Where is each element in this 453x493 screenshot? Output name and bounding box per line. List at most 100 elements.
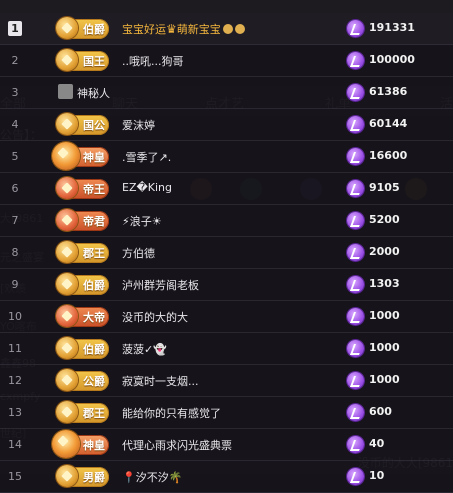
user-name[interactable]: ..哦吼...狗哥 <box>122 53 183 69</box>
rank-gem-icon <box>56 177 78 199</box>
user-name[interactable]: 泸州群芳阁老板 <box>122 277 199 293</box>
rank-badge: 伯爵 <box>56 273 109 295</box>
purple-lightning-coin-icon <box>347 116 364 133</box>
rank-badge: 大帝 <box>56 305 109 327</box>
rank-badge: 公爵 <box>56 369 109 391</box>
rank-number: 2 <box>11 54 19 67</box>
rank-number: 5 <box>11 150 19 163</box>
user-name[interactable]: 菠菠✓👻 <box>122 341 167 357</box>
rank-number: 14 <box>8 438 22 451</box>
user-name-text: 寂寞时一支烟... <box>122 375 199 388</box>
rank-badge-label: 郡王 <box>83 407 105 420</box>
contribution-score: 9105 <box>369 181 400 194</box>
user-name[interactable]: 代理心雨求闪光盛典票 <box>122 437 232 453</box>
rank-number: 10 <box>8 310 22 323</box>
user-name[interactable]: EZ�King <box>122 181 172 194</box>
rank-badge-label: 帝王 <box>83 183 105 196</box>
rank-badge-label: 帝君 <box>83 215 105 228</box>
user-name[interactable]: 神秘人 <box>77 85 110 101</box>
user-name-text: 菠菠✓👻 <box>122 343 167 356</box>
rank-badge: 神皇 <box>52 430 109 458</box>
rank-row[interactable]: 12 公爵 寂寞时一支烟... 1000 <box>0 365 453 397</box>
purple-lightning-coin-icon <box>347 244 364 261</box>
rank-gem-icon <box>52 430 80 458</box>
rank-row[interactable]: 10 大帝 没币的大的大 1000 <box>0 301 453 333</box>
rank-badge-label: 伯爵 <box>83 279 105 292</box>
user-name-text: 神秘人 <box>77 87 110 100</box>
rank-row[interactable]: 4 国公 爱沫婷 60144 <box>0 109 453 141</box>
user-name-text: 方伯德 <box>122 247 155 260</box>
user-name-text: 爱沫婷 <box>122 119 155 132</box>
purple-lightning-coin-icon <box>347 180 364 197</box>
rank-row[interactable]: 13 郡王 能给你的只有感觉了 600 <box>0 397 453 429</box>
purple-lightning-coin-icon <box>347 436 364 453</box>
rank-number: 15 <box>8 470 22 483</box>
rank-gem-icon <box>52 142 80 170</box>
purple-lightning-coin-icon <box>347 52 364 69</box>
mystery-avatar-icon <box>58 84 73 99</box>
contribution-score: 1303 <box>369 277 400 290</box>
rank-badge-label: 男爵 <box>83 471 105 484</box>
contribution-score: 191331 <box>369 21 415 34</box>
user-name-text: 能给你的只有感觉了 <box>122 407 221 420</box>
user-name[interactable]: 没币的大的大 <box>122 309 188 325</box>
rank-number: 12 <box>8 374 22 387</box>
emoji-face-icon <box>234 24 245 34</box>
user-name-text: EZ�King <box>122 181 172 194</box>
rank-gem-icon <box>56 17 78 39</box>
rank-row[interactable]: 14 神皇 代理心雨求闪光盛典票 40 <box>0 429 453 461</box>
rank-number: 3 <box>11 86 19 99</box>
rank-row[interactable]: 1 伯爵 宝宝好运♛萌新宝宝 191331 <box>0 13 453 45</box>
rank-badge: 神皇 <box>52 142 109 170</box>
rank-gem-icon <box>56 465 78 487</box>
purple-lightning-coin-icon <box>347 212 364 229</box>
rank-badge: 国王 <box>56 49 109 71</box>
rank-row[interactable]: 7 帝君 ⚡浪子☀ 5200 <box>0 205 453 237</box>
user-name[interactable]: 宝宝好运♛萌新宝宝 <box>122 21 245 37</box>
emoji-face-icon <box>222 24 233 34</box>
rank-badge-label: 国公 <box>83 119 105 132</box>
user-name[interactable]: 📍汐不汐🌴 <box>122 469 182 485</box>
user-name-suffix: 萌新宝宝 <box>176 23 221 36</box>
contribution-score: 100000 <box>369 53 415 66</box>
rank-row[interactable]: 11 伯爵 菠菠✓👻 1000 <box>0 333 453 365</box>
user-name[interactable]: 寂寞时一支烟... <box>122 373 199 389</box>
rank-number: 1 <box>8 21 22 36</box>
contribution-score: 1000 <box>369 309 400 322</box>
rank-badge-label: 伯爵 <box>83 343 105 356</box>
rank-row[interactable]: 3 神秘人 61386 <box>0 77 453 109</box>
rank-gem-icon <box>56 369 78 391</box>
rank-badge-label: 神皇 <box>83 151 105 164</box>
rank-row[interactable]: 2 国王 ..哦吼...狗哥 100000 <box>0 45 453 77</box>
user-name[interactable]: 能给你的只有感觉了 <box>122 405 221 421</box>
user-name-text: 没币的大的大 <box>122 311 188 324</box>
rank-row[interactable]: 6 帝王 EZ�King 9105 <box>0 173 453 205</box>
rank-number: 9 <box>11 278 19 291</box>
contribution-score: 40 <box>369 437 385 450</box>
rank-row[interactable]: 5 神皇 .雪季了↗. 16600 <box>0 141 453 173</box>
rank-row[interactable]: 9 伯爵 泸州群芳阁老板 1303 <box>0 269 453 301</box>
user-name[interactable]: 爱沫婷 <box>122 117 155 133</box>
user-name[interactable]: .雪季了↗. <box>122 149 171 165</box>
purple-lightning-coin-icon <box>347 404 364 421</box>
user-name-text: ..哦吼...狗哥 <box>122 55 184 68</box>
rank-number: 4 <box>11 118 19 131</box>
rank-gem-icon <box>56 113 78 135</box>
rank-gem-icon <box>56 401 78 423</box>
rank-badge-label: 郡王 <box>83 247 105 260</box>
rank-row[interactable]: 15 男爵 📍汐不汐🌴 10 <box>0 461 453 493</box>
rank-badge: 帝君 <box>56 209 109 231</box>
rank-gem-icon <box>56 49 78 71</box>
user-name[interactable]: 方伯德 <box>122 245 155 261</box>
user-name[interactable]: ⚡浪子☀ <box>122 213 162 229</box>
rank-gem-icon <box>56 241 78 263</box>
rank-row[interactable]: 8 郡王 方伯德 2000 <box>0 237 453 269</box>
rank-badge-label: 国王 <box>83 55 105 68</box>
rank-gem-icon <box>56 273 78 295</box>
purple-lightning-coin-icon <box>347 148 364 165</box>
rank-gem-icon <box>56 337 78 359</box>
purple-lightning-coin-icon <box>347 20 364 37</box>
contribution-score: 16600 <box>369 149 408 162</box>
user-name-text: 泸州群芳阁老板 <box>122 279 199 292</box>
rank-badge-label: 大帝 <box>83 311 105 324</box>
